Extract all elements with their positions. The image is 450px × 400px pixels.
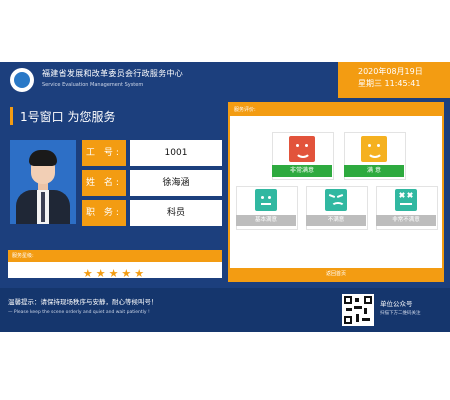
date-text: 2020年08月19日 <box>358 67 423 76</box>
title-accent <box>10 107 13 125</box>
very-satisfied-label: 非常满意 <box>272 165 332 177</box>
staff-name-label: 姓 名: <box>82 170 126 196</box>
unsatisfied-face-icon <box>325 189 347 211</box>
very-unsatisfied-button[interactable]: 非常不满意 <box>376 186 438 230</box>
rating-label: 服务星级: <box>8 250 222 262</box>
satisfied-button[interactable]: 满 意 <box>344 132 406 180</box>
rating-box: ★★★★★ <box>8 262 222 280</box>
basically-satisfied-label: 基本满意 <box>236 215 296 226</box>
window-title: 1号窗口 为您服务 <box>20 110 116 124</box>
position-value: 科员 <box>130 200 222 226</box>
tip-text-en: — Please keep the scene orderly and quie… <box>8 310 150 315</box>
header-bar: 福建省发展和改革委员会行政服务中心 Service Evaluation Man… <box>0 62 450 98</box>
basically-satisfied-face-icon <box>255 189 277 211</box>
very-unsatisfied-face-icon <box>395 189 417 211</box>
job-number-label: 工 号: <box>82 140 126 166</box>
weekday-time-text: 星期三 11:45:41 <box>358 79 421 88</box>
account-subtitle: 扫描下方二维码关注 <box>380 311 421 316</box>
satisfied-label: 满 意 <box>344 165 404 177</box>
very-satisfied-button[interactable]: 非常满意 <box>272 132 334 180</box>
window-title-bar: 1号窗口 为您服务 <box>8 102 222 130</box>
service-screen: 福建省发展和改革委员会行政服务中心 Service Evaluation Man… <box>0 62 450 332</box>
evaluation-panel: 服务评价: 非常满意 满 意 基本满意 不满意 非常不满意 返回首页 <box>228 102 444 282</box>
unsatisfied-button[interactable]: 不满意 <box>306 186 368 230</box>
footer-bar: 温馨提示：请保持现场秩序与安静，耐心等候叫号！ — Please keep th… <box>0 288 450 332</box>
back-home-button[interactable]: 返回首页 <box>230 268 442 280</box>
staff-name-row: 姓 名: 徐海涵 <box>82 170 222 196</box>
unsatisfied-label: 不满意 <box>306 215 366 226</box>
org-name: 福建省发展和改革委员会行政服务中心 <box>42 69 184 78</box>
position-label: 职 务: <box>82 200 126 226</box>
tip-text: 温馨提示：请保持现场秩序与安静，耐心等候叫号！ <box>8 298 158 306</box>
evaluation-header: 服务评价: <box>230 104 442 116</box>
qr-code-icon <box>342 294 374 326</box>
staff-name-value: 徐海涵 <box>130 170 222 196</box>
very-unsatisfied-label: 非常不满意 <box>376 215 436 226</box>
position-row: 职 务: 科员 <box>82 200 222 226</box>
org-logo <box>10 68 34 92</box>
staff-photo <box>10 140 76 224</box>
very-satisfied-face-icon <box>289 136 315 162</box>
job-number-row: 工 号: 1001 <box>82 140 222 166</box>
rating-stars: ★★★★★ <box>82 267 148 280</box>
datetime-box: 2020年08月19日 星期三 11:45:41 <box>338 62 450 98</box>
satisfied-face-icon <box>361 136 387 162</box>
org-name-en: Service Evaluation Management System <box>42 82 144 88</box>
job-number-value: 1001 <box>130 140 222 166</box>
account-title: 单位公众号 <box>380 300 413 308</box>
basically-satisfied-button[interactable]: 基本满意 <box>236 186 298 230</box>
